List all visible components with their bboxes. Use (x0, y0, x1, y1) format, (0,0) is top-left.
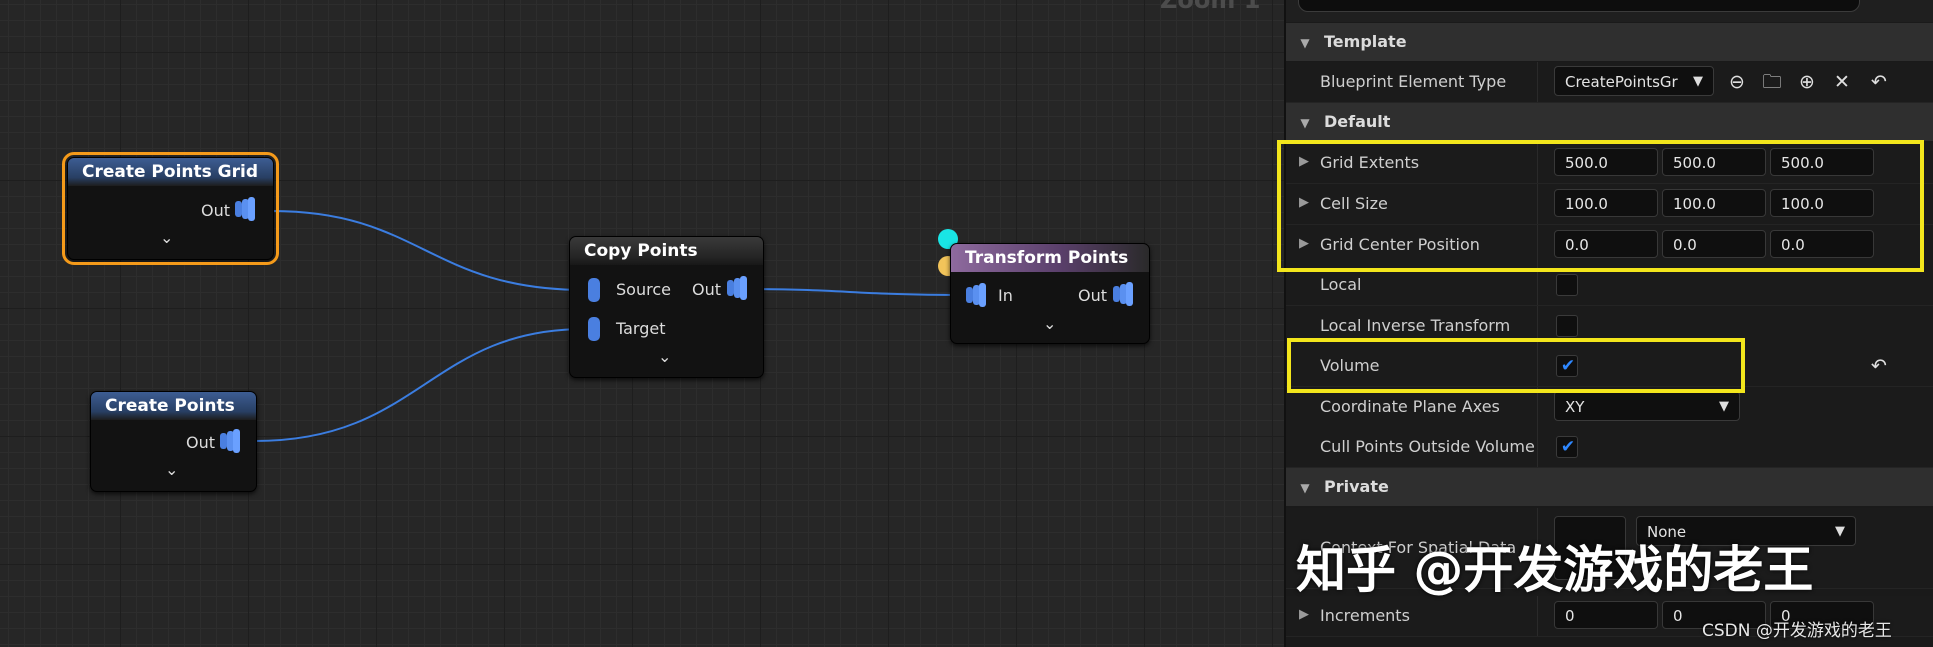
row-label: Increments (1320, 606, 1410, 625)
in-pin-label: In (998, 286, 1013, 305)
search-input[interactable] (1298, 0, 1860, 12)
csdn-watermark: CSDN @开发游戏的老王 (1702, 621, 1892, 641)
add-icon[interactable]: ⊕ (1793, 68, 1821, 96)
column-divider (1537, 596, 1538, 636)
highlight-volume-row (1287, 338, 1745, 393)
section-private[interactable]: ▼ Private (1286, 468, 1933, 506)
collapse-triangle-icon: ▼ (1300, 116, 1310, 130)
collapse-triangle-icon: ▼ (1300, 36, 1310, 50)
target-pin-icon[interactable] (584, 316, 606, 342)
local-inverse-transform-checkbox[interactable] (1556, 315, 1578, 337)
check-icon: ✔ (1560, 437, 1576, 457)
node-transform-points[interactable]: Transform Points In Out ⌄ (950, 243, 1150, 344)
coordinate-plane-axes-dropdown[interactable]: XY ▼ (1554, 391, 1740, 421)
section-title: Template (1324, 32, 1407, 51)
cull-points-checkbox[interactable]: ✔ (1556, 436, 1578, 458)
wire-copy-to-transform (743, 288, 962, 296)
zhihu-watermark: 知乎 @开发游戏的老王 (1296, 541, 1814, 599)
expand-chevron-icon[interactable]: ⌄ (1043, 314, 1056, 333)
reset-icon[interactable]: ↶ (1865, 68, 1893, 96)
wire-points-to-target (254, 328, 586, 442)
out-pin-label: Out (186, 433, 216, 452)
out-pin-icon[interactable] (1112, 281, 1134, 307)
section-template[interactable]: ▼ Template (1286, 23, 1933, 61)
out-pin-label: Out (692, 280, 722, 299)
row-cull-points-outside-volume: Cull Points Outside Volume ✔ (1286, 427, 1933, 468)
chevron-down-icon: ▼ (1835, 524, 1845, 539)
browse-folder-icon[interactable]: 🗀 (1758, 68, 1786, 96)
node-title: Create Points Grid (68, 158, 273, 186)
blueprint-type-dropdown[interactable]: CreatePointsGr ▼ (1554, 66, 1714, 96)
reset-icon[interactable]: ↶ (1865, 352, 1893, 380)
expand-chevron-icon[interactable]: ⌄ (160, 228, 173, 247)
node-create-points-grid[interactable]: Create Points Grid Out ⌄ (62, 152, 279, 265)
details-toolbar (1286, 0, 1933, 22)
node-create-points[interactable]: Create Points Out ⌄ (90, 391, 257, 492)
row-blueprint-element-type: Blueprint Element Type CreatePointsGr ▼ … (1286, 62, 1933, 103)
dropdown-value: CreatePointsGr (1565, 73, 1678, 91)
in-pin-icon[interactable] (965, 282, 987, 308)
out-pin-label: Out (1078, 286, 1108, 305)
section-title: Private (1324, 477, 1389, 496)
clear-icon[interactable]: ✕ (1828, 68, 1856, 96)
node-title: Transform Points (951, 244, 1149, 272)
increments-x-field[interactable]: 0 (1554, 601, 1658, 629)
column-divider (1537, 387, 1538, 427)
node-title: Create Points (91, 392, 256, 420)
row-label: Cull Points Outside Volume (1320, 437, 1535, 456)
node-copy-points[interactable]: Copy Points Source Out Target ⌄ (569, 236, 764, 378)
section-title: Default (1324, 112, 1391, 131)
local-checkbox[interactable] (1556, 274, 1578, 296)
column-divider (1537, 427, 1538, 467)
collapse-triangle-icon: ▼ (1300, 481, 1310, 495)
target-pin-label: Target (616, 319, 666, 338)
row-coordinate-plane-axes: Coordinate Plane Axes XY ▼ (1286, 387, 1933, 428)
use-selected-icon[interactable]: ⊖ (1723, 68, 1751, 96)
check-icon (1557, 275, 1579, 297)
out-pin-icon[interactable] (726, 275, 748, 301)
check-icon (1557, 316, 1579, 338)
out-pin-icon[interactable] (219, 428, 241, 454)
section-default[interactable]: ▼ Default (1286, 103, 1933, 141)
source-pin-label: Source (616, 280, 671, 299)
out-pin-icon[interactable] (234, 196, 256, 222)
graph-canvas[interactable]: Zoom 1 Create Points Grid Out ⌄ Create P… (0, 0, 1284, 647)
highlight-vector-rows (1277, 140, 1924, 272)
source-pin-icon[interactable] (584, 277, 606, 303)
expand-chevron-icon[interactable]: ⌄ (165, 460, 178, 479)
chevron-down-icon: ▼ (1693, 74, 1703, 89)
expand-triangle-icon[interactable]: ▶ (1299, 607, 1309, 622)
expand-chevron-icon[interactable]: ⌄ (658, 347, 671, 366)
row-label: Blueprint Element Type (1320, 72, 1507, 91)
row-label: Coordinate Plane Axes (1320, 397, 1500, 416)
column-divider (1537, 62, 1538, 102)
chevron-down-icon: ▼ (1719, 399, 1729, 414)
out-pin-label: Out (201, 201, 231, 220)
dropdown-value: XY (1565, 398, 1585, 416)
node-title: Copy Points (570, 237, 763, 265)
wire-grid-to-source (271, 210, 586, 291)
